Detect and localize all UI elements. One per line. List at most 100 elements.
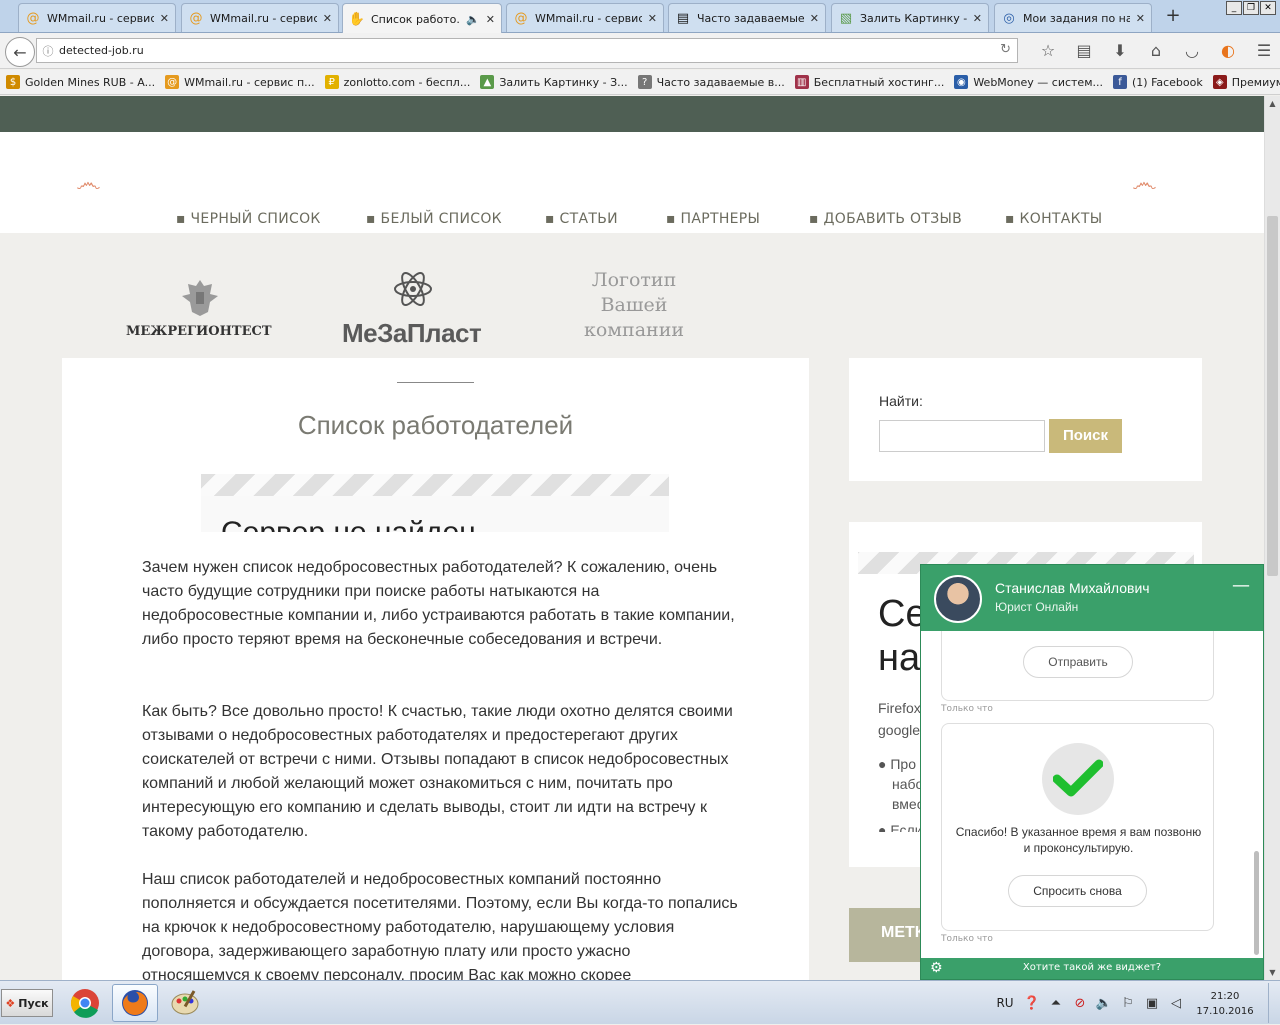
wmmail-icon: @ — [165, 75, 180, 89]
search-input[interactable] — [879, 420, 1045, 452]
sync-icon[interactable]: ◐ — [1210, 41, 1246, 60]
toolbar-icons: ☆ ▤ ⬇ ⌂ ◡ ◐ ☰ — [1030, 41, 1280, 60]
tab-strip: @ WMmail.ru - сервис... ✕ @ WMmail.ru - … — [0, 0, 1280, 34]
back-button[interactable]: ← — [5, 37, 35, 67]
bookmark-item[interactable]: f (1) Facebook — [1112, 75, 1203, 89]
bookmark-item[interactable]: ? Часто задаваемые в... — [637, 75, 785, 89]
close-tab-icon[interactable]: ✕ — [648, 12, 657, 25]
volume-icon[interactable]: 🔈 — [1092, 991, 1116, 1015]
menu-item-blacklist[interactable]: ▪ ЧЕРНЫЙ СПИСОК — [176, 211, 321, 227]
error-stripes — [201, 474, 669, 496]
send-button[interactable]: Отправить — [1023, 646, 1133, 678]
browser-tab-active[interactable]: ✋ Список работо... 🔈 ✕ — [342, 3, 502, 34]
chat-bubble-confirmation: Спасибо! В указанное время я вам позвоню… — [941, 723, 1214, 931]
clock[interactable]: 21:20 17.10.2016 — [1190, 989, 1260, 1019]
back-arrow-icon: ← — [13, 42, 27, 62]
windows-taskbar: ❖ Пуск RU ❓ ⏶ ⊘ 🔈 ⚐ ▣ ◁ 21:20 17.10.2016 — [0, 980, 1280, 1024]
page-title: Список работодателей — [297, 410, 574, 440]
language-indicator[interactable]: RU — [990, 996, 1020, 1010]
bookmark-item[interactable]: $ Golden Mines RUB - A... — [6, 75, 155, 89]
speaker-icon[interactable]: 🔈 — [466, 13, 480, 26]
taskbar-firefox[interactable] — [112, 984, 158, 1022]
browser-tab[interactable]: ▧ Залить Картинку -... ✕ — [831, 3, 989, 32]
antivirus-icon[interactable]: ⊘ — [1068, 991, 1092, 1015]
help-icon[interactable]: ❓ — [1020, 991, 1044, 1015]
ornament-right-icon: ෴ — [1132, 168, 1157, 198]
page-scrollbar[interactable]: ▲ ▼ — [1264, 96, 1280, 980]
windows-logo-icon: ❖ — [5, 996, 16, 1010]
tray-expand-icon[interactable]: ⏶ — [1044, 991, 1068, 1015]
browser-tab[interactable]: ◎ Мои задания по на... ✕ — [994, 3, 1152, 32]
close-tab-icon[interactable]: ✕ — [486, 13, 495, 26]
operator-name: Станислав Михайлович — [995, 580, 1150, 596]
minimize-chat-icon[interactable]: — — [1231, 577, 1251, 597]
scroll-up-icon[interactable]: ▲ — [1265, 96, 1280, 111]
image-icon: ▲ — [480, 75, 495, 89]
paint-palette-icon — [171, 990, 199, 1015]
show-desktop-button[interactable] — [1268, 983, 1278, 1023]
bookmark-item[interactable]: ▥ Бесплатный хостинг... — [794, 75, 944, 89]
bookmark-item[interactable]: ◈Премиум магазин Wa... — [1212, 75, 1280, 89]
ask-again-button[interactable]: Спросить снова — [1008, 875, 1147, 907]
close-tab-icon[interactable]: ✕ — [810, 12, 819, 25]
pocket-icon[interactable]: ◡ — [1174, 41, 1210, 60]
bookmark-star-icon[interactable]: ☆ — [1030, 41, 1066, 60]
close-tab-icon[interactable]: ✕ — [323, 12, 332, 25]
bookmark-item[interactable]: ₽ zonlotto.com - беспл... — [324, 75, 470, 89]
new-tab-button[interactable]: + — [1162, 5, 1184, 27]
minimize-button[interactable]: _ — [1226, 1, 1242, 15]
thanks-message: Спасибо! В указанное время я вам позвоню… — [955, 825, 1202, 855]
taskbar-paint[interactable] — [162, 984, 208, 1022]
home-icon[interactable]: ⌂ — [1138, 41, 1174, 60]
bookmark-item[interactable]: @ WMmail.ru - сервис п... — [165, 75, 315, 89]
chat-scrollbar[interactable] — [1254, 851, 1259, 955]
search-button[interactable]: Поиск — [1049, 419, 1122, 453]
display-icon[interactable]: ▣ — [1140, 991, 1164, 1015]
menu-item-whitelist[interactable]: ▪ БЕЛЫЙ СПИСОК — [366, 211, 502, 227]
browser-tab[interactable]: @ WMmail.ru - сервис... ✕ — [18, 3, 176, 32]
system-tray: RU ❓ ⏶ ⊘ 🔈 ⚐ ▣ ◁ — [990, 981, 1188, 1025]
scroll-thumb[interactable] — [1267, 216, 1278, 576]
scroll-down-icon[interactable]: ▼ — [1265, 965, 1280, 980]
chat-body: Отправить Только что Спасибо! В указанно… — [921, 631, 1263, 958]
image-icon: ▧ — [839, 10, 853, 26]
close-tab-icon[interactable]: ✕ — [973, 12, 982, 25]
close-tab-icon[interactable]: ✕ — [1136, 12, 1145, 25]
address-bar[interactable]: ⓘ detected-job.ru ↻ — [36, 38, 1018, 63]
page-icon: ? — [637, 75, 652, 89]
reading-list-icon[interactable]: ▤ — [1066, 41, 1102, 60]
menu-item-add-review[interactable]: ▪ ДОБАВИТЬ ОТЗЫВ — [809, 211, 962, 227]
browser-tab[interactable]: @ WMmail.ru - сервис... ✕ — [181, 3, 339, 32]
frame-text: Firefox google — [878, 700, 921, 738]
paragraph: Наш список работодателей и недобросовест… — [142, 871, 738, 980]
get-widget-link[interactable]: Хотите такой же виджет? — [921, 962, 1263, 973]
url-text[interactable]: detected-job.ru — [59, 44, 144, 57]
close-tab-icon[interactable]: ✕ — [160, 12, 169, 25]
search-label: Найти: — [879, 393, 923, 409]
browser-tab[interactable]: ▤ Часто задаваемые... ✕ — [668, 3, 826, 32]
coin-icon: $ — [6, 75, 20, 89]
network-icon[interactable]: ⚐ — [1116, 991, 1140, 1015]
close-window-button[interactable]: ✕ — [1260, 1, 1276, 15]
ornament-left-icon: ෴ — [76, 168, 101, 198]
menu-item-partners[interactable]: ▪ ПАРТНЕРЫ — [666, 211, 760, 227]
bookmark-item[interactable]: ◉ WebMoney — систем... — [954, 75, 1103, 89]
partner-logo-placeholder[interactable]: Логотип Вашей компании — [570, 268, 698, 343]
hosting-icon: ▥ — [794, 75, 809, 89]
chrome-icon — [70, 989, 99, 1018]
eagle-emblem-icon — [182, 280, 218, 316]
maximize-button[interactable]: ❐ — [1243, 1, 1259, 15]
sound-icon[interactable]: ◁ — [1164, 991, 1188, 1015]
reload-icon[interactable]: ↻ — [1000, 42, 1011, 57]
start-button[interactable]: ❖ Пуск — [1, 989, 53, 1017]
menu-item-articles[interactable]: ▪ СТАТЬИ — [545, 211, 618, 227]
site-info-icon[interactable]: ⓘ — [37, 43, 59, 59]
menu-hamburger-icon[interactable]: ☰ — [1246, 41, 1280, 60]
menu-item-contacts[interactable]: ▪ КОНТАКТЫ — [1005, 211, 1102, 227]
taskbar-chrome[interactable] — [62, 984, 108, 1022]
download-icon[interactable]: ⬇ — [1102, 41, 1138, 60]
browser-tab[interactable]: @ WMmail.ru - сервис... ✕ — [506, 3, 664, 32]
frame-list-item: ● Про набо вмес — [878, 756, 924, 812]
bookmark-item[interactable]: ▲ Залить Картинку - З... — [480, 75, 628, 89]
chat-bubble-form: Отправить — [941, 631, 1214, 701]
